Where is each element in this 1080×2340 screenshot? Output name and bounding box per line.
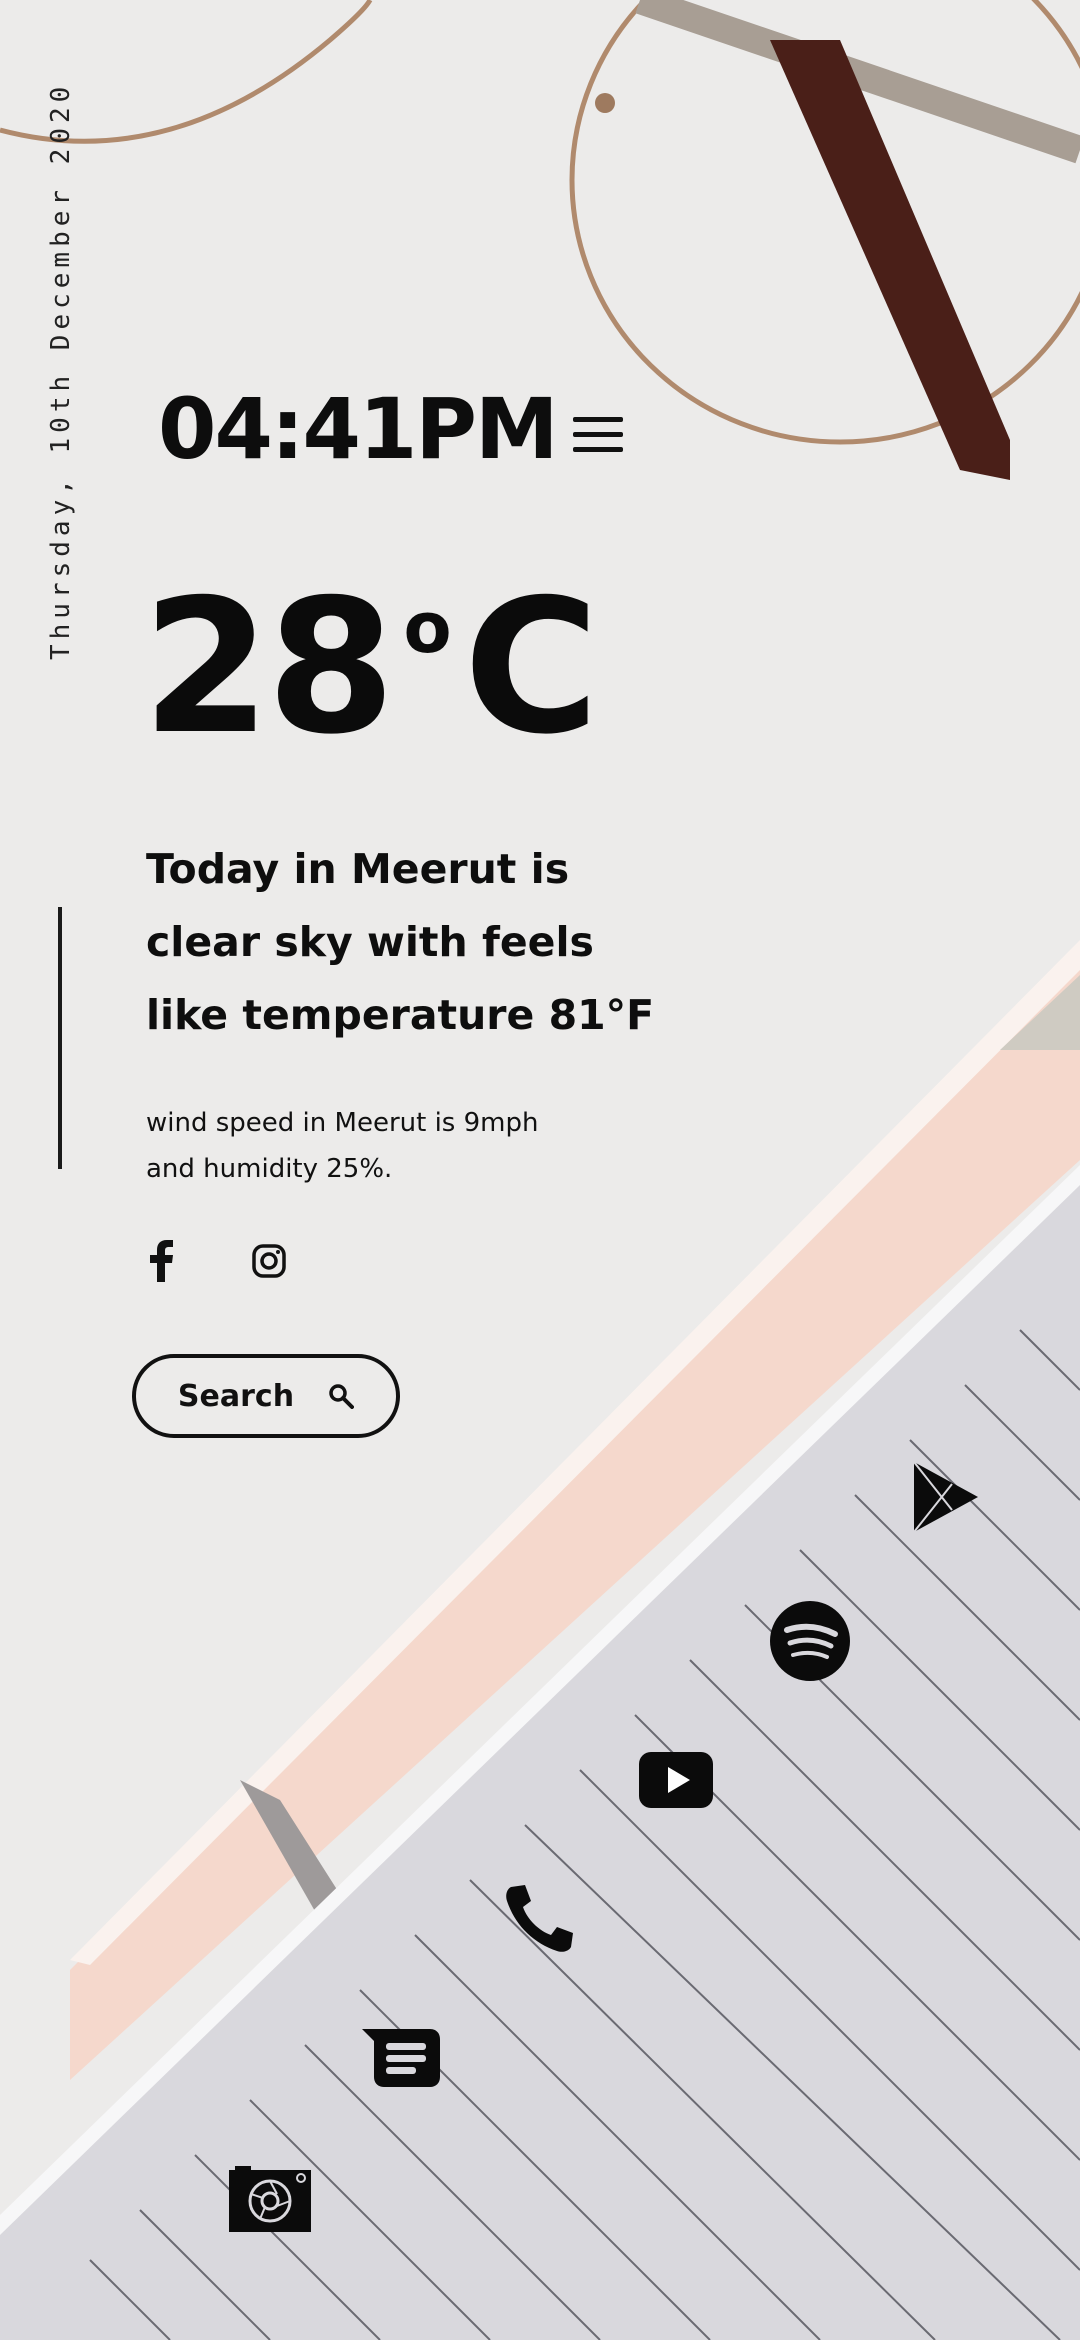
google-play-icon[interactable] xyxy=(912,1460,980,1534)
menu-icon-bar xyxy=(573,447,623,452)
weather-headline: Today in Meerut is clear sky with feels … xyxy=(146,845,655,1039)
weather-details: wind speed in Meerut is 9mph and humidit… xyxy=(146,1108,539,1184)
search-icon xyxy=(329,1384,355,1409)
date-divider xyxy=(58,907,62,1169)
menu-icon-bar xyxy=(573,417,623,422)
date-label: Thursday, 10th December 2020 xyxy=(46,81,76,660)
facebook-icon[interactable] xyxy=(146,1240,176,1282)
search-label: Search xyxy=(177,1378,295,1414)
menu-icon-bar xyxy=(573,432,623,437)
spotify-icon[interactable] xyxy=(769,1600,851,1682)
temperature-display: 28 oC xyxy=(142,575,599,760)
degree-symbol: o xyxy=(403,587,451,669)
temperature-value: 28 xyxy=(142,559,395,775)
messages-icon[interactable] xyxy=(360,2027,442,2089)
camera-icon[interactable] xyxy=(227,2164,313,2234)
search-button[interactable]: Search xyxy=(132,1354,400,1438)
phone-icon[interactable] xyxy=(505,1883,575,1953)
instagram-icon[interactable] xyxy=(252,1244,286,1278)
menu-button[interactable] xyxy=(573,417,623,453)
youtube-icon[interactable] xyxy=(638,1751,714,1809)
temperature-unit: C xyxy=(463,559,600,775)
clock-time: 04:41PM xyxy=(158,380,559,478)
